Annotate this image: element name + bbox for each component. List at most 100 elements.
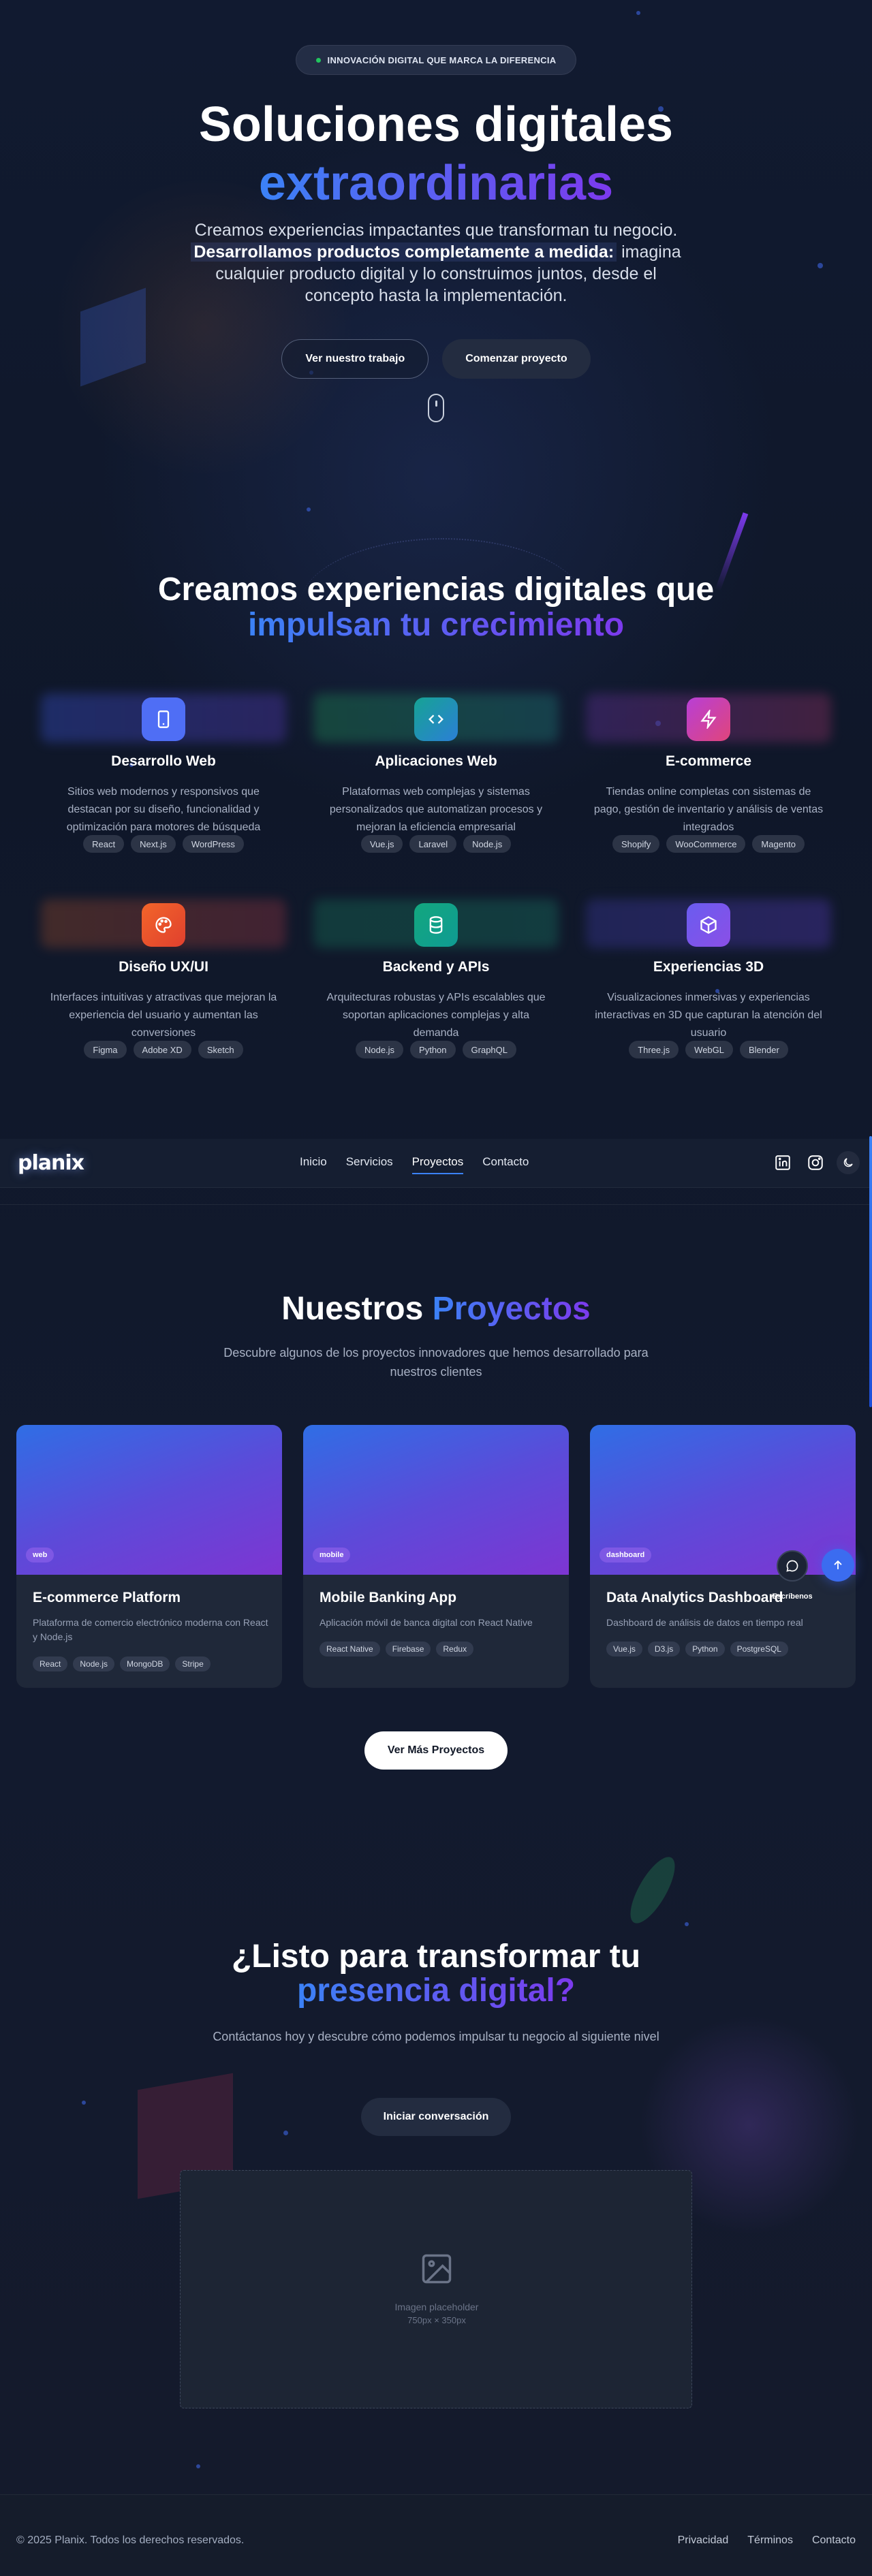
start-conversation-button[interactable]: Iniciar conversación	[361, 2098, 511, 2136]
project-title: E-commerce Platform	[33, 1590, 181, 1605]
tech-tag: Vue.js	[360, 835, 403, 853]
tech-tag: Laravel	[409, 835, 457, 853]
cta-title-line2: presencia digital?	[296, 1973, 576, 2009]
view-work-button[interactable]: Ver nuestro trabajo	[281, 339, 429, 379]
projects-title-part2: Proyectos	[432, 1291, 591, 1327]
hero-badge: INNOVACIÓN DIGITAL QUE MARCA LA DIFERENC…	[296, 45, 576, 75]
hero-badge-text: INNOVACIÓN DIGITAL QUE MARCA LA DIFERENC…	[327, 54, 557, 65]
tech-tag: Sketch	[198, 1041, 243, 1058]
service-title: Backend y APIs	[382, 959, 490, 975]
palette-icon	[142, 903, 185, 947]
footer-link-contact[interactable]: Contacto	[812, 2534, 856, 2547]
service-title: Desarrollo Web	[111, 753, 216, 769]
nav-links: Inicio Servicios Proyectos Contacto	[300, 1155, 529, 1174]
tech-tag: Node.js	[463, 835, 512, 853]
projects-subtitle: Descubre algunos de los proyectos innova…	[223, 1346, 649, 1379]
hero-title: Soluciones digitales extraordinarias	[0, 95, 872, 213]
start-project-button[interactable]: Comenzar proyecto	[442, 339, 591, 379]
tech-tag: Next.js	[131, 835, 176, 853]
lightning-icon	[687, 697, 730, 741]
instagram-icon[interactable]	[804, 1151, 827, 1174]
decorative-dot	[283, 2131, 288, 2135]
hero-actions: Ver nuestro trabajo Comenzar proyecto	[0, 339, 872, 379]
tech-tag: D3.js	[647, 1642, 681, 1656]
services-title-line1: Creamos experiencias digitales que	[157, 571, 715, 608]
tech-tag: Three.js	[629, 1041, 679, 1058]
project-card[interactable]: web E-commerce Platform Plataforma de co…	[16, 1425, 282, 1688]
service-description: Arquitecturas robustas y APIs escalables…	[326, 992, 546, 1039]
arrow-up-icon[interactable]	[822, 1549, 854, 1582]
tech-tag: Node.js	[73, 1656, 115, 1671]
tech-tag: MongoDB	[120, 1656, 170, 1671]
tech-tag: Vue.js	[606, 1642, 642, 1656]
cube-icon	[687, 903, 730, 947]
hero-section: INNOVACIÓN DIGITAL QUE MARCA LA DIFERENC…	[0, 0, 872, 477]
scroll-mouse-icon[interactable]	[428, 394, 444, 422]
footer: © 2025 Planix. Todos los derechos reserv…	[0, 2494, 872, 2576]
chat-icon[interactable]	[777, 1550, 808, 1582]
footer-link-privacy[interactable]: Privacidad	[678, 2534, 729, 2547]
chat-label[interactable]: Escríbenos	[770, 1592, 815, 1601]
tech-tag: Shopify	[612, 835, 660, 853]
service-description: Sitios web modernos y responsivos que de…	[66, 786, 261, 833]
project-card[interactable]: dashboard Data Analytics Dashboard Dashb…	[590, 1425, 856, 1688]
scrollbar[interactable]	[869, 1136, 872, 1407]
image-icon	[422, 2254, 452, 2284]
decorative-dot	[685, 1922, 689, 1926]
brand-logo[interactable]: planix	[18, 1151, 84, 1175]
decorative-dot	[196, 2464, 200, 2468]
nav-link-proyectos[interactable]: Proyectos	[411, 1155, 464, 1174]
project-card[interactable]: mobile Mobile Banking App Aplicación móv…	[303, 1425, 569, 1688]
more-projects-button[interactable]: Ver Más Proyectos	[364, 1731, 508, 1770]
tech-tag: Python	[685, 1642, 725, 1656]
tech-tag: React	[33, 1656, 68, 1671]
nav-link-servicios[interactable]: Servicios	[346, 1155, 393, 1174]
tech-tag: WooCommerce	[666, 835, 746, 853]
service-tags: Figma Adobe XD Sketch	[41, 1041, 286, 1058]
decorative-dot	[82, 2101, 86, 2105]
linkedin-icon[interactable]	[771, 1151, 794, 1174]
projects-title-part1: Nuestros	[281, 1291, 424, 1327]
project-category-badge: web	[26, 1548, 54, 1562]
project-category-badge: dashboard	[600, 1548, 652, 1562]
tech-tag: GraphQL	[462, 1041, 517, 1058]
theme-toggle-moon-icon[interactable]	[837, 1151, 860, 1174]
cta-title-line1: ¿Listo para transformar tu	[231, 1938, 641, 1975]
project-category-badge: mobile	[313, 1548, 351, 1562]
tech-tag: Firebase	[385, 1642, 431, 1656]
nav-link-contacto[interactable]: Contacto	[482, 1155, 529, 1174]
nav-link-inicio[interactable]: Inicio	[300, 1155, 327, 1174]
tech-tag: React Native	[320, 1642, 380, 1656]
project-tags: React Native Firebase Redux	[320, 1642, 474, 1656]
code-icon	[414, 697, 458, 741]
hero-lead-part1: Creamos experiencias impactantes que tra…	[194, 221, 678, 240]
service-title: Diseño UX/UI	[119, 959, 208, 975]
service-title: Aplicaciones Web	[375, 753, 497, 769]
tech-tag: WordPress	[182, 835, 244, 853]
tech-tag: Redux	[436, 1642, 474, 1656]
placeholder-size: 750px × 350px	[407, 2315, 466, 2325]
service-description: Plataformas web complejas y sistemas per…	[329, 786, 543, 833]
top-navbar: planix Inicio Servicios Proyectos Contac…	[0, 1139, 872, 1188]
project-description: Aplicación móvil de banca digital con Re…	[320, 1617, 533, 1628]
copyright: © 2025 Planix. Todos los derechos reserv…	[16, 2534, 245, 2546]
service-tags: Three.js WebGL Blender	[586, 1041, 831, 1058]
nav-actions	[771, 1151, 860, 1174]
services-title: Creamos experiencias digitales que impul…	[0, 572, 872, 643]
cta-subtitle: Contáctanos hoy y descubre cómo podemos …	[213, 2030, 659, 2043]
tech-tag: Node.js	[355, 1041, 404, 1058]
hero-lead: Creamos experiencias impactantes que tra…	[184, 219, 688, 307]
decorative-leaf	[622, 1851, 683, 1930]
cta-title: ¿Listo para transformar tu presencia dig…	[0, 1940, 872, 2008]
service-description: Interfaces intuitivas y atractivas que m…	[50, 992, 277, 1039]
service-description: Visualizaciones inmersivas y experiencia…	[595, 992, 822, 1039]
hero-title-line1: Soluciones digitales	[198, 97, 674, 152]
hero-title-line2: extraordinarias	[258, 156, 614, 210]
service-tags: React Next.js WordPress	[41, 835, 286, 853]
smartphone-icon	[142, 697, 185, 741]
footer-link-terms[interactable]: Términos	[747, 2534, 793, 2547]
tech-tag: Blender	[740, 1041, 788, 1058]
project-description: Dashboard de análisis de datos en tiempo…	[606, 1617, 803, 1628]
service-tags: Shopify WooCommerce Magento	[586, 835, 831, 853]
image-placeholder: Imagen placeholder 750px × 350px	[180, 2170, 692, 2408]
